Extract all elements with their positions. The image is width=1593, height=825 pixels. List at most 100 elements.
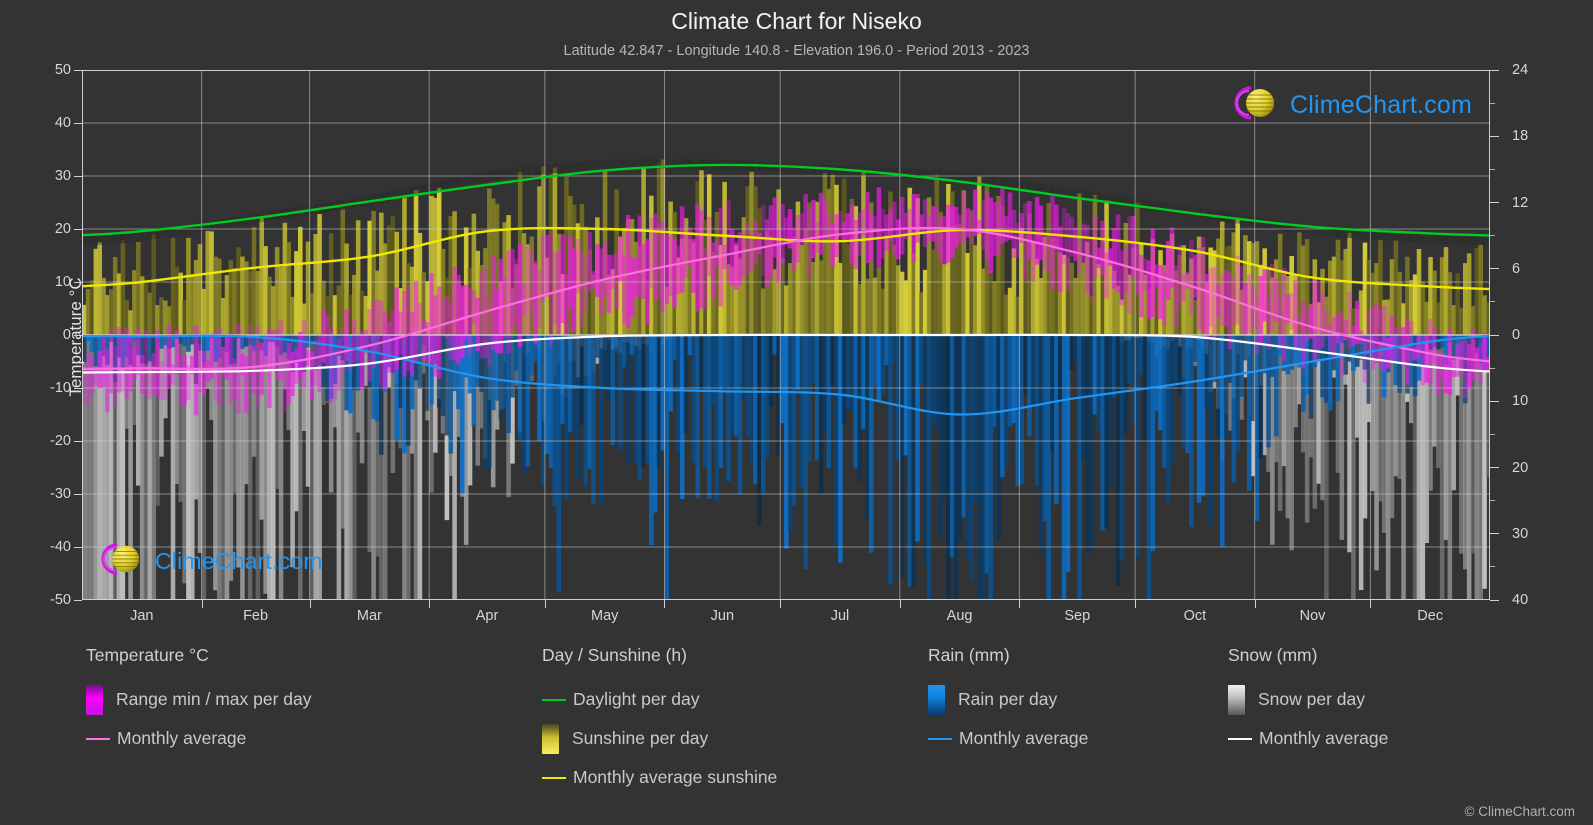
legend-line-monthly-average-sunshine — [542, 776, 566, 779]
y-axis-left-tick: -10 — [50, 380, 71, 396]
x-axis-tickmark — [1135, 600, 1137, 608]
climechart-logo-icon — [94, 541, 148, 582]
x-axis-tick-jun: Jun — [710, 608, 735, 624]
legend-line-daylight — [542, 698, 566, 701]
watermark-bottom-left: ClimeChart.com — [94, 541, 323, 582]
y-axis-left-tick: -20 — [50, 433, 71, 449]
y-axis-right-minor-tickmark — [1490, 69, 1495, 71]
y-axis-right-minor-tickmark — [1490, 433, 1495, 435]
x-axis-tickmark — [544, 600, 546, 608]
legend-title-day-sunshine: Day / Sunshine (h) — [542, 645, 687, 665]
x-axis-tickmark — [309, 600, 311, 608]
y-axis-right-minor-tickmark — [1490, 500, 1495, 502]
y-axis-left-tick: 10 — [54, 274, 71, 290]
legend-item: Rain per day — [928, 680, 1218, 719]
y-axis-right-minor-tickmark — [1490, 566, 1495, 568]
x-axis-tickmark — [201, 600, 203, 608]
y-axis-left-tick: 40 — [54, 115, 71, 131]
x-axis-tickmark — [780, 600, 782, 608]
y-axis-left-tick: -50 — [50, 592, 71, 608]
y-axis-right-tick: 6 — [1512, 260, 1521, 277]
y-axis-left-tickmark — [74, 440, 82, 442]
x-axis-tick-sep: Sep — [1064, 608, 1091, 624]
legend-line-monthly-average-temp — [86, 737, 110, 740]
y-axis-right-tick: 20 — [1512, 459, 1529, 476]
chart-plot-area: ClimeChart.com ClimeChart.com Temperatur… — [50, 62, 1528, 624]
legend-line-monthly-average-snow — [1228, 737, 1252, 740]
y-axis-right-tick: 12 — [1512, 194, 1529, 211]
y-axis-right-minor-tickmark — [1490, 301, 1495, 303]
legend-label: Snow per day — [1258, 689, 1366, 709]
y-axis-right-tick: 24 — [1512, 62, 1529, 78]
y-axis-left-tickmark — [74, 546, 82, 548]
legend-label: Sunshine per day — [572, 728, 709, 748]
legend-group-temperature: Temperature °C Range min / max per day M… — [86, 645, 516, 758]
y-axis-right-minor-tickmark — [1490, 334, 1495, 336]
legend-group-day-sunshine: Day / Sunshine (h) Daylight per day Suns… — [542, 645, 942, 797]
x-axis-tickmark — [664, 600, 666, 608]
legend-item: Daylight per day — [542, 680, 942, 719]
legend-item: Monthly average — [1228, 719, 1528, 758]
y-axis-right-tick: 0 — [1512, 327, 1521, 343]
y-axis-left-tickmark — [74, 387, 82, 389]
y-axis-left-tick: 0 — [62, 327, 71, 343]
y-axis-right-minor-tickmark — [1490, 102, 1495, 104]
legend-group-rain: Rain (mm) Rain per day Monthly average — [928, 645, 1218, 758]
x-axis-tick-nov: Nov — [1299, 608, 1326, 624]
y-axis-right-tick: 40 — [1512, 592, 1529, 608]
x-axis-tick-dec: Dec — [1417, 608, 1444, 624]
y-axis-right-minor-tickmark — [1490, 367, 1495, 369]
y-axis-left-tickmark — [74, 69, 82, 71]
legend-line-monthly-average-rain — [928, 737, 952, 740]
y-axis-left-tick: 50 — [54, 62, 71, 78]
climechart-logo-icon — [1227, 84, 1283, 127]
legend-swatch-rain — [928, 684, 945, 715]
y-axis-right-tick: 18 — [1512, 128, 1529, 145]
climate-chart-page: Climate Chart for Niseko Latitude 42.847… — [0, 0, 1593, 825]
legend-label: Rain per day — [958, 689, 1058, 709]
y-axis-left-tick: 20 — [54, 221, 71, 237]
legend-swatch-sunshine — [542, 723, 559, 754]
x-axis-tickmark — [1370, 600, 1372, 608]
y-axis-left-tick: 30 — [54, 168, 71, 184]
y-axis-right-minor-tickmark — [1490, 135, 1495, 137]
legend-title-rain: Rain (mm) — [928, 645, 1010, 665]
x-axis-tick-mar: Mar — [356, 608, 382, 624]
watermark-top-right: ClimeChart.com — [1227, 84, 1472, 127]
y-axis-right-minor-tickmark — [1490, 400, 1495, 402]
x-axis-tick-apr: Apr — [475, 608, 499, 624]
y-axis-left-tick: -40 — [50, 539, 71, 555]
legend-label: Monthly average sunshine — [573, 767, 778, 787]
y-axis-right-minor-tickmark — [1490, 467, 1495, 468]
x-axis-tick-may: May — [590, 608, 619, 624]
legend-group-snow: Snow (mm) Snow per day Monthly average — [1228, 645, 1528, 758]
legend-label: Monthly average — [959, 728, 1089, 748]
x-axis-tickmark — [1254, 600, 1256, 608]
legend-item: Monthly average sunshine — [542, 758, 942, 797]
legend-item: Snow per day — [1228, 680, 1528, 719]
y-axis-left-tickmark — [74, 334, 82, 336]
y-axis-left-tickmark — [74, 493, 82, 495]
x-axis-tick-jul: Jul — [830, 608, 850, 624]
legend-item: Sunshine per day — [542, 719, 942, 758]
y-axis-right-tick: 30 — [1512, 525, 1529, 542]
legend-label: Monthly average — [1259, 728, 1389, 748]
legend-swatch-range-min-max — [86, 684, 103, 715]
page-subtitle: Latitude 42.847 - Longitude 140.8 - Elev… — [563, 43, 1030, 59]
x-axis-tick-oct: Oct — [1183, 608, 1207, 624]
watermark-label: ClimeChart.com — [155, 548, 323, 574]
series-lines-layer — [82, 70, 1490, 600]
y-axis-left-tickmark — [74, 175, 82, 177]
legend-item: Range min / max per day — [86, 680, 516, 719]
x-axis-tick-feb: Feb — [243, 608, 269, 624]
legend-swatch-snow — [1228, 684, 1245, 715]
copyright-text: © ClimeChart.com — [1464, 804, 1575, 819]
x-axis-tick-jan: Jan — [130, 608, 154, 624]
x-axis-tick-aug: Aug — [946, 608, 973, 624]
y-axis-right-minor-tickmark — [1490, 202, 1495, 203]
legend-title-temperature: Temperature °C — [86, 645, 209, 665]
y-axis-left-tickmark — [74, 122, 82, 124]
y-axis-right-minor-tickmark — [1490, 168, 1495, 170]
x-axis-tickmark — [429, 600, 431, 608]
y-axis-left-tickmark — [74, 228, 82, 230]
